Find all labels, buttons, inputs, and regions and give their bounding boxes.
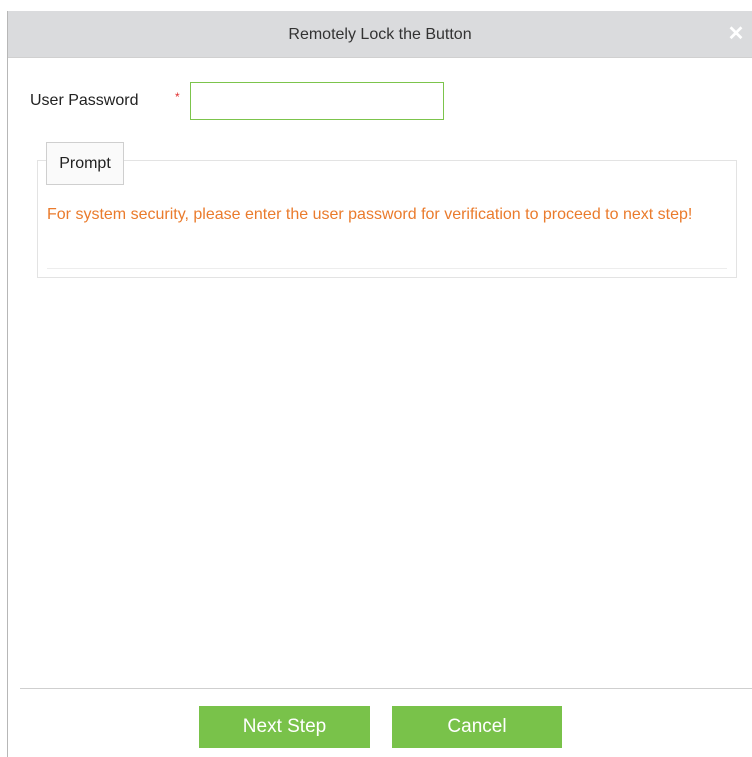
prompt-message: For system security, please enter the us… bbox=[47, 206, 693, 223]
prompt-legend: Prompt bbox=[46, 142, 124, 185]
prompt-divider bbox=[47, 268, 727, 269]
cancel-button[interactable]: Cancel bbox=[392, 706, 562, 748]
dialog-title: Remotely Lock the Button bbox=[288, 26, 472, 43]
next-step-button[interactable]: Next Step bbox=[199, 706, 370, 748]
close-icon[interactable]: ✕ bbox=[726, 23, 746, 45]
dialog-titlebar: Remotely Lock the Button ✕ bbox=[8, 11, 752, 58]
footer-divider bbox=[20, 688, 752, 689]
user-password-input[interactable] bbox=[190, 82, 444, 120]
required-marker: * bbox=[175, 90, 180, 104]
remote-lock-dialog: Remotely Lock the Button ✕ bbox=[7, 11, 752, 757]
password-label: User Password bbox=[30, 92, 139, 109]
